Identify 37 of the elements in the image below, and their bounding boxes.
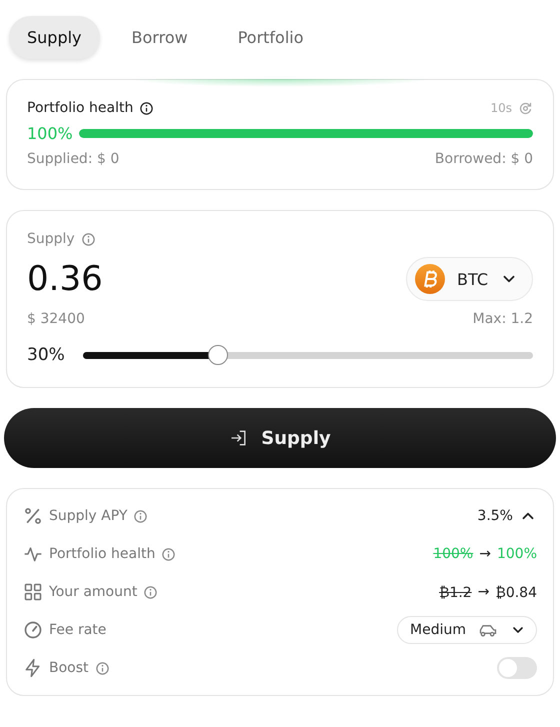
new-value: 100% xyxy=(496,546,537,562)
detail-label: Your amount xyxy=(49,584,138,600)
new-value: ₿0.84 xyxy=(495,584,537,600)
percent-icon xyxy=(23,506,43,526)
tab[interactable]: Borrow xyxy=(114,16,206,59)
gauge-icon xyxy=(23,620,43,640)
borrowed-amount: Borrowed: $ 0 xyxy=(434,151,533,167)
detail-label: Portfolio health xyxy=(49,546,156,562)
supplied-amount: Supplied: $ 0 xyxy=(27,151,120,167)
tab[interactable]: Portfolio xyxy=(220,16,322,59)
bitcoin-icon xyxy=(415,264,446,294)
fee-selector[interactable]: Medium xyxy=(397,616,537,644)
arrow-icon: → xyxy=(478,584,490,600)
supply-button[interactable]: Supply xyxy=(4,408,556,468)
refresh-timer: 10s xyxy=(490,101,512,115)
detail-label: Supply APY xyxy=(49,508,128,524)
max-amount: Max: 1.2 xyxy=(472,311,533,327)
grid-icon xyxy=(23,582,43,602)
detail-label: Fee rate xyxy=(49,622,106,638)
info-icon xyxy=(139,100,154,116)
usd-value: $ 32400 xyxy=(27,311,85,327)
previous-value: ₿1.2 xyxy=(439,584,472,600)
tab[interactable]: Supply xyxy=(9,16,100,59)
asset-selector[interactable]: BTC xyxy=(406,257,533,301)
slider-thumb[interactable] xyxy=(208,345,228,365)
toggle-switch[interactable] xyxy=(497,657,537,679)
card-title: Portfolio health xyxy=(27,100,134,116)
info-icon xyxy=(80,232,96,246)
detail-label: Boost xyxy=(49,660,89,676)
health-percent: 100% xyxy=(27,124,74,143)
amount-input[interactable]: 0.36 xyxy=(27,259,103,299)
refresh-icon xyxy=(518,100,533,116)
slider-percent: 30% xyxy=(27,345,66,365)
arrow-icon: → xyxy=(479,546,491,562)
field-label: Supply xyxy=(27,231,75,247)
previous-value: 100% xyxy=(433,546,474,562)
detail-value: 3.5% xyxy=(477,508,513,524)
